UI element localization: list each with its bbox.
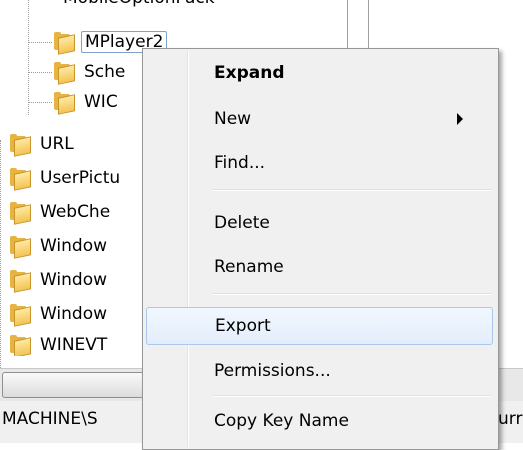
- tree-item-label: Sche: [84, 62, 126, 82]
- menu-item-label: Permissions...: [214, 361, 331, 381]
- folder-icon: [8, 236, 31, 259]
- menu-item-label: Export: [215, 316, 271, 336]
- menu-separator: [213, 189, 491, 191]
- tree-item-label: Window: [40, 304, 108, 324]
- tree-item-label: MobileOptionPack: [60, 0, 218, 8]
- menu-item-rename[interactable]: Rename: [146, 249, 493, 285]
- tree-item-label: UserPictu: [40, 168, 121, 188]
- submenu-arrow-icon: [457, 113, 463, 125]
- tree-item-userpictu[interactable]: UserPictu: [8, 164, 123, 192]
- folder-icon: [52, 92, 75, 115]
- tree-item-webche[interactable]: WebChe: [8, 198, 113, 226]
- menu-item-label: Delete: [214, 213, 270, 233]
- tree-item-window[interactable]: Window: [8, 232, 110, 260]
- folder-icon: [8, 304, 31, 327]
- menu-separator: [213, 395, 491, 397]
- tree-item-label: WIC: [84, 92, 118, 112]
- status-path-text: MACHINE\S: [2, 409, 98, 429]
- menu-item-delete[interactable]: Delete: [146, 205, 493, 241]
- menu-separator: [213, 293, 491, 295]
- menu-item-label: Copy Key Name: [214, 411, 349, 431]
- scrollbar-thumb[interactable]: [2, 372, 144, 398]
- menu-item-label: Expand: [214, 63, 285, 83]
- menu-item-label: Rename: [214, 257, 284, 277]
- tree-item-label: URL: [40, 134, 74, 154]
- menu-item-label: Find...: [214, 153, 266, 173]
- menu-item-expand[interactable]: Expand: [146, 55, 493, 91]
- tree-item-label: Window: [40, 270, 108, 290]
- tree-item-label: WINEVT: [40, 335, 108, 355]
- menu-item-new[interactable]: New: [146, 101, 493, 137]
- tree-item-window[interactable]: Window: [8, 300, 110, 328]
- folder-icon: [52, 62, 75, 85]
- tree-connector-line: [0, 140, 1, 370]
- tree-item-winevt[interactable]: WINEVT: [8, 334, 110, 356]
- folder-icon: [52, 32, 75, 55]
- tree-item-window[interactable]: Window: [8, 266, 110, 294]
- menu-item-label: New: [214, 109, 252, 129]
- folder-icon: [8, 335, 31, 356]
- folder-icon: [8, 270, 31, 293]
- menu-item-copy-key-name[interactable]: Copy Key Name: [146, 403, 493, 439]
- tree-connector-line: [28, 0, 29, 115]
- context-menu: Expand New Find... Delete Rename Export …: [142, 48, 499, 450]
- folder-icon: [8, 168, 31, 191]
- tree-item-label: WebChe: [40, 202, 111, 222]
- status-path-text-right: urr: [498, 409, 523, 429]
- folder-icon: [8, 202, 31, 225]
- tree-item-partial[interactable]: MobileOptionPack: [60, 0, 218, 8]
- folder-icon: [8, 134, 31, 157]
- tree-item-label: Window: [40, 236, 108, 256]
- menu-item-find[interactable]: Find...: [146, 145, 493, 181]
- tree-item-wic[interactable]: WIC: [52, 88, 121, 116]
- tree-item-sche[interactable]: Sche: [52, 58, 128, 86]
- menu-item-permissions[interactable]: Permissions...: [146, 353, 493, 389]
- menu-item-export[interactable]: Export: [146, 307, 493, 345]
- tree-item-url[interactable]: URL: [8, 130, 77, 158]
